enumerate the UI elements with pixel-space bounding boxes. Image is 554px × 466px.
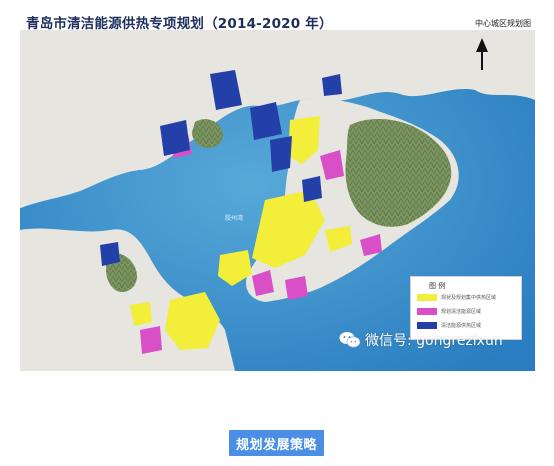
- wechat-icon: [339, 332, 361, 348]
- legend-label-blue: 清洁能源供热区域: [441, 323, 482, 329]
- legend-item-yellow: 现状及规划集中供热区域: [417, 293, 496, 302]
- page: 青岛市清洁能源供热专项规划（2014-2020 年） 中心城区规划图 胶州湾 图…: [0, 0, 554, 466]
- legend-swatch-yellow: [417, 294, 437, 301]
- legend-label-magenta: 规划清洁能源区域: [441, 309, 482, 315]
- map-subtitle: 中心城区规划图: [475, 19, 531, 28]
- section-heading-button[interactable]: 规划发展策略: [229, 430, 324, 456]
- place-label-bay: 胶州湾: [225, 214, 243, 222]
- legend-item-magenta: 规划清洁能源区域: [417, 307, 481, 316]
- legend-item-blue: 清洁能源供热区域: [417, 321, 481, 330]
- legend-swatch-magenta: [417, 308, 437, 315]
- watermark: 微信号: gongrezixun: [339, 330, 503, 350]
- map-title: 青岛市清洁能源供热专项规划（2014-2020 年）: [26, 16, 333, 32]
- watermark-text: 微信号: gongrezixun: [365, 333, 503, 349]
- legend-swatch-blue: [417, 322, 437, 329]
- legend-label-yellow: 现状及规划集中供热区域: [441, 295, 497, 301]
- legend-title: 图 例: [429, 282, 446, 290]
- planning-map: 青岛市清洁能源供热专项规划（2014-2020 年） 中心城区规划图 胶州湾 图…: [20, 8, 535, 371]
